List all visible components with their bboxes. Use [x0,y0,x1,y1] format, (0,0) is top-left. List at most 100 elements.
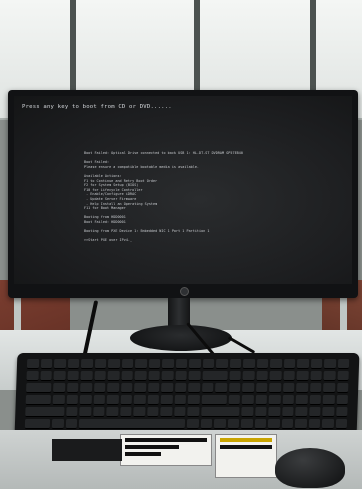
label-stripe [220,445,272,449]
monitor-stand-base [130,325,232,351]
keyboard-key [147,383,160,393]
keyboard-key [40,359,53,369]
keyboard-key [188,371,201,381]
keyboard-key [322,395,335,405]
keyboard-key [282,383,295,393]
keyboard-key [78,419,186,429]
keyboard-key [120,371,133,381]
keyboard-key [174,395,186,405]
keyboard-key [53,359,66,369]
keyboard-key [200,407,240,417]
keyboard-key [161,383,173,393]
keyboard-key [80,359,93,369]
keyboard-key [93,383,106,393]
keyboard-key [120,383,133,393]
keyboard-key [242,359,255,369]
keyboard-key [26,383,52,393]
keyboard-key [201,383,214,393]
keyboard-key [148,359,161,369]
keyboard-key [296,359,309,369]
keyboard-key [25,395,51,405]
keyboard-key [24,419,51,429]
keyboard-key [241,395,254,405]
keyboard-key [174,383,187,393]
keyboard-key [308,419,321,429]
keyboard-key [228,371,241,381]
keyboard-key [255,395,267,405]
boot-log: Boot Failed: Optical Drive connected to … [84,151,243,243]
keyboard-key [283,359,296,369]
keyboard-key [241,407,254,417]
keyboard-key [336,395,348,405]
keyboard-key [188,359,201,369]
keyboard-key [310,359,323,369]
keyboard-key [335,407,348,417]
keyboard-key [254,419,267,429]
keyboard-key [107,371,120,381]
keyboard-key [175,359,188,369]
keyboard-key [188,383,200,393]
keyboard-key [93,371,106,381]
keyboard-key [322,407,335,417]
boot-prompt: Press any key to boot from CD or DVD....… [22,104,172,110]
keyboard-key [187,395,200,405]
keyboard-key [66,371,79,381]
service-label [120,434,212,466]
keyboard-key [269,359,282,369]
keyboard-key [201,371,228,381]
keyboard-key [202,359,215,369]
keyboard-key [106,407,119,417]
keyboard-key [335,419,348,429]
keyboard-key [242,383,254,393]
keyboard-key [309,395,321,405]
keyboard-key [321,419,334,429]
keyboard-key [295,407,308,417]
keyboard-key [53,383,65,393]
keyboard-key [79,407,92,417]
keyboard-key [308,407,321,417]
keyboard-key [92,407,105,417]
keyboard-key [160,407,173,417]
keyboard-key [228,395,240,405]
keyboard-key [281,419,294,429]
keyboard-key [67,359,80,369]
keyboard-key [161,371,174,381]
keyboard-key [80,383,92,393]
keyboard-key [323,383,335,393]
keyboard-keys [24,359,350,429]
keyboard-key [173,407,186,417]
keyboard-key [107,359,120,369]
keyboard-key [174,371,187,381]
keyboard-key [186,419,199,429]
keyboard-key [282,371,295,381]
keyboard-key [336,371,349,381]
keyboard-key [65,407,78,417]
photo-scene: Press any key to boot from CD or DVD....… [0,0,362,489]
keyboard-key [213,419,226,429]
keyboard-key [133,395,146,405]
keyboard-key [227,419,240,429]
keyboard-key [187,407,200,417]
boot-log-line: >>Start PXE over IPv4._ [84,238,133,243]
keyboard-key [255,371,268,381]
keyboard-key [80,371,93,381]
keyboard-key [134,383,146,393]
keyboard-key [255,383,268,393]
keyboard-key [269,371,282,381]
keyboard-key [52,395,65,405]
label-stripe [125,438,207,442]
keyboard-key [161,359,174,369]
keyboard-key [296,383,308,393]
monitor-screen: Press any key to boot from CD or DVD....… [14,96,352,284]
keyboard-key [94,359,107,369]
label-stripe [220,438,272,442]
keyboard-key [134,359,147,369]
keyboard-key [269,383,281,393]
keyboard-key [240,419,253,429]
monitor: Press any key to boot from CD or DVD....… [8,90,358,298]
keyboard-key [26,371,39,381]
keyboard-key [134,371,147,381]
keyboard-key [133,407,146,417]
keyboard-key [93,395,105,405]
keyboard-key [200,419,213,429]
